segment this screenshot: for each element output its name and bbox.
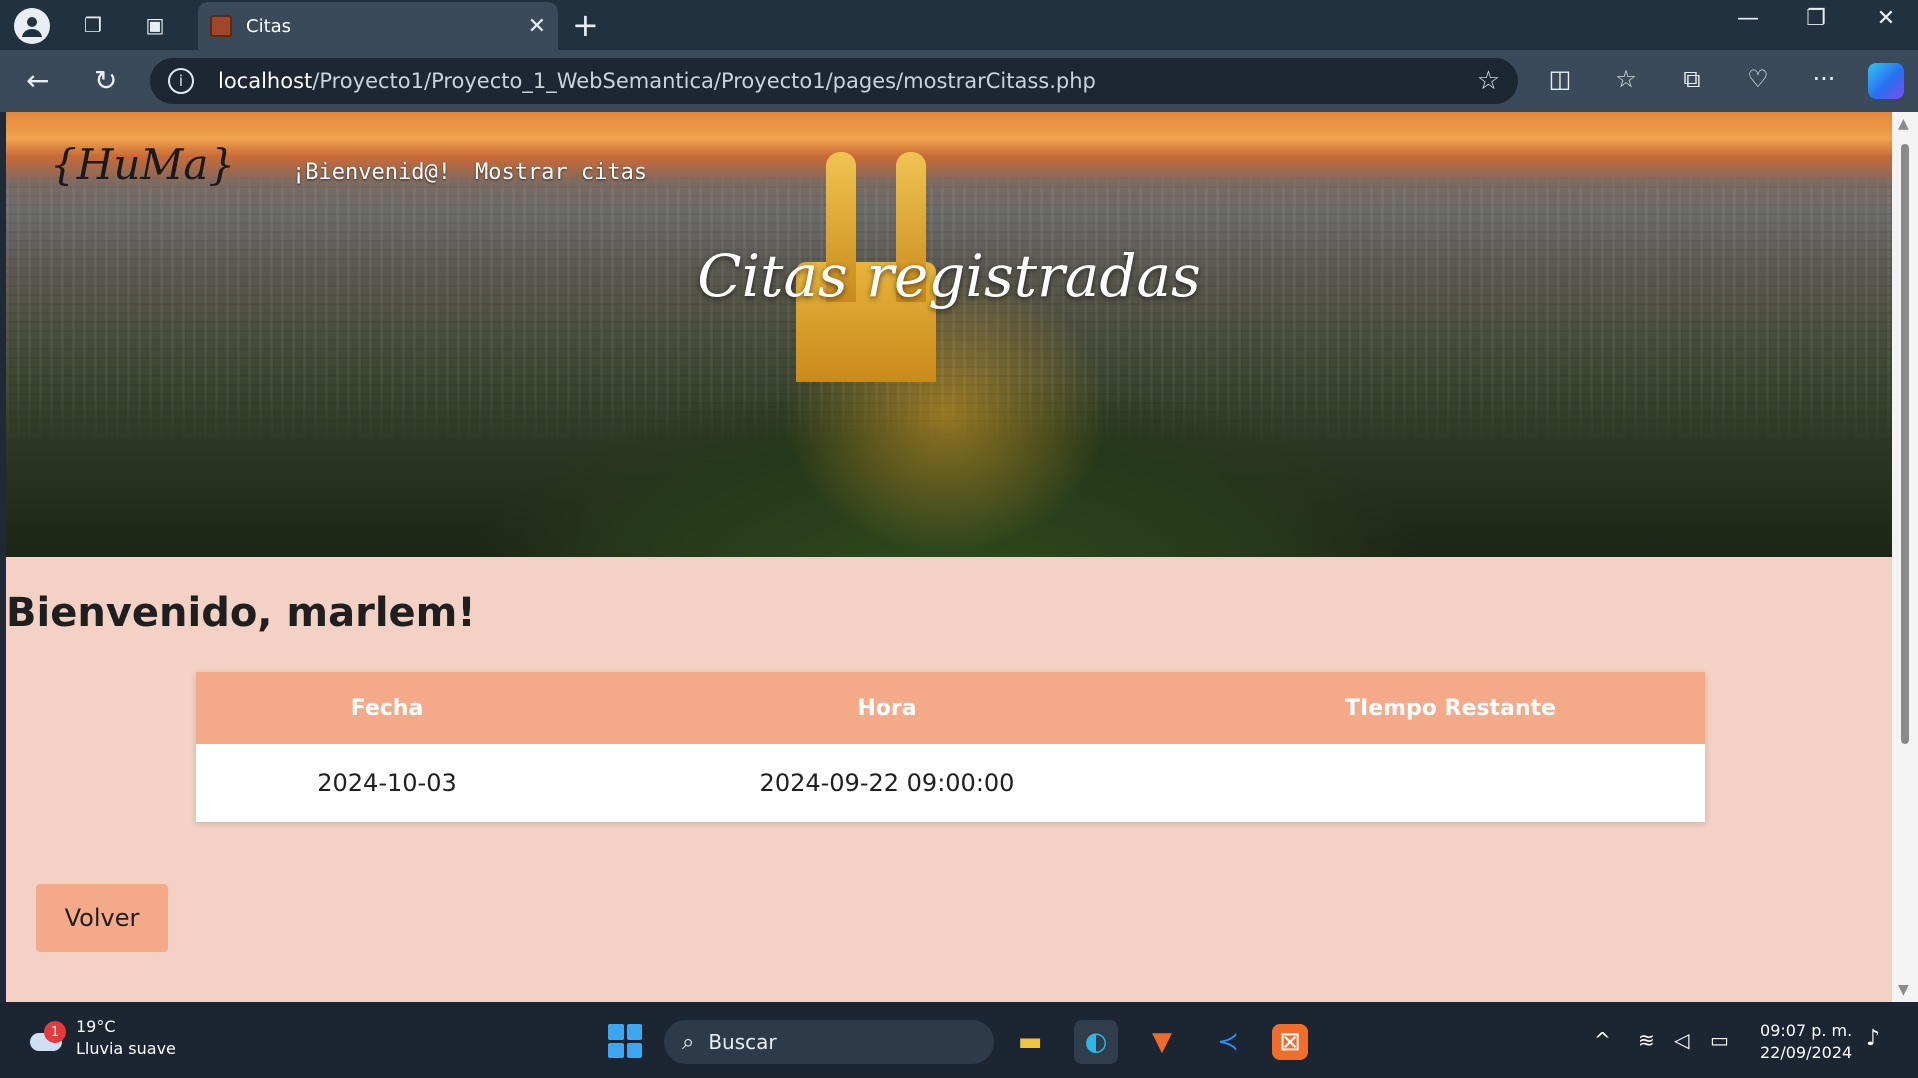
restore-icon[interactable]: ❐ bbox=[1796, 6, 1836, 31]
scroll-thumb[interactable] bbox=[1901, 144, 1909, 744]
appointments-table: Fecha Hora TIempo Restante 2024-10-03 20… bbox=[196, 672, 1705, 822]
cell-tiempo-restante bbox=[1196, 744, 1705, 822]
vscode-icon[interactable]: ≺ bbox=[1206, 1020, 1250, 1064]
scroll-down-icon[interactable]: ▼ bbox=[1898, 982, 1909, 998]
url-path: /Proyecto1/Proyecto_1_WebSemantica/Proye… bbox=[312, 69, 1096, 93]
file-explorer-icon[interactable]: ▬ bbox=[1008, 1020, 1052, 1064]
notification-bell-icon[interactable]: ♪ bbox=[1866, 1026, 1880, 1051]
volver-button[interactable]: Volver bbox=[36, 884, 168, 952]
cell-hora: 2024-09-22 09:00:00 bbox=[759, 769, 1015, 797]
address-bar[interactable]: i localhost/Proyecto1/Proyecto_1_WebSema… bbox=[150, 58, 1518, 104]
edge-icon[interactable]: ◐ bbox=[1074, 1020, 1118, 1064]
taskbar-search[interactable]: ⌕ Buscar bbox=[664, 1020, 994, 1064]
tab-citas[interactable]: Citas ✕ bbox=[198, 2, 558, 50]
windows-start-icon[interactable] bbox=[608, 1024, 642, 1058]
table-row: 2024-10-03 2024-09-22 09:00:00 bbox=[196, 744, 1705, 822]
browser-essentials-icon[interactable]: ♡ bbox=[1738, 65, 1778, 93]
url-host: localhost bbox=[218, 69, 313, 93]
copilot-icon[interactable] bbox=[1868, 63, 1904, 99]
clock-date: 22/09/2024 bbox=[1760, 1043, 1853, 1062]
collections-icon[interactable]: ⧉ bbox=[1672, 65, 1712, 93]
taskbar-clock[interactable]: 09:07 p. m. 22/09/2024 bbox=[1760, 1020, 1852, 1064]
header-tiempo-restante: TIempo Restante bbox=[1345, 695, 1556, 721]
clock-time: 09:07 p. m. bbox=[1760, 1021, 1853, 1040]
favorites-icon[interactable]: ☆ bbox=[1606, 65, 1646, 93]
xampp-icon[interactable]: ⊠ bbox=[1272, 1024, 1308, 1060]
hero-banner: {HuMa} ¡Bienvenid@! Mostrar citas Citas … bbox=[6, 112, 1892, 557]
search-placeholder: Buscar bbox=[708, 1030, 777, 1054]
page-scrollbar[interactable]: ▲ ▼ bbox=[1892, 112, 1918, 1002]
weather-rain-icon: 1 bbox=[28, 1021, 66, 1055]
weather-badge: 1 bbox=[44, 1021, 66, 1043]
browser-tab-bar: ❐ ▣ Citas ✕ + — ❐ ✕ bbox=[0, 0, 1918, 50]
browser-toolbar: ← ↻ i localhost/Proyecto1/Proyecto_1_Web… bbox=[0, 50, 1918, 112]
back-icon[interactable]: ← bbox=[26, 64, 49, 97]
split-screen-icon[interactable]: ◫ bbox=[1540, 65, 1580, 93]
header-fecha: Fecha bbox=[350, 695, 424, 721]
brave-icon[interactable]: ▼ bbox=[1140, 1020, 1184, 1064]
close-tab-icon[interactable]: ✕ bbox=[528, 14, 546, 39]
workspaces-icon[interactable]: ❐ bbox=[76, 8, 110, 42]
nav-mostrar-citas[interactable]: Mostrar citas bbox=[475, 160, 647, 185]
more-menu-icon[interactable]: ··· bbox=[1804, 65, 1844, 93]
minimize-icon[interactable]: — bbox=[1728, 6, 1768, 31]
windows-taskbar: 1 19°C Lluvia suave ⌕ Buscar ▬ ◐ ▼ ≺ ⊠ ^… bbox=[0, 1002, 1918, 1078]
favorite-star-icon[interactable]: ☆ bbox=[1477, 66, 1500, 96]
weather-temp: 19°C bbox=[76, 1017, 116, 1036]
new-tab-icon[interactable]: + bbox=[572, 6, 599, 44]
volume-icon[interactable]: ◁ bbox=[1674, 1028, 1689, 1052]
close-window-icon[interactable]: ✕ bbox=[1866, 6, 1906, 31]
table-header: Fecha Hora TIempo Restante bbox=[196, 672, 1705, 744]
top-nav: ¡Bienvenid@! Mostrar citas bbox=[292, 160, 647, 185]
site-info-icon[interactable]: i bbox=[168, 68, 194, 94]
battery-icon[interactable]: ▭ bbox=[1710, 1028, 1729, 1052]
wifi-icon[interactable]: ≋ bbox=[1638, 1028, 1655, 1052]
page-viewport: {HuMa} ¡Bienvenid@! Mostrar citas Citas … bbox=[6, 112, 1892, 1002]
site-logo[interactable]: {HuMa} bbox=[50, 140, 235, 200]
profile-icon[interactable] bbox=[14, 8, 50, 44]
nav-bienvenido[interactable]: ¡Bienvenid@! bbox=[292, 160, 451, 185]
welcome-heading: Bienvenido, marlem! bbox=[6, 590, 476, 636]
weather-widget[interactable]: 1 19°C Lluvia suave bbox=[28, 1016, 176, 1060]
vertical-tabs-icon[interactable]: ▣ bbox=[138, 8, 172, 42]
hero-title: Citas registradas bbox=[697, 242, 1201, 310]
tab-title: Citas bbox=[246, 15, 292, 37]
reload-icon[interactable]: ↻ bbox=[94, 64, 117, 97]
scroll-up-icon[interactable]: ▲ bbox=[1898, 116, 1909, 132]
search-icon: ⌕ bbox=[682, 1029, 695, 1055]
site-favicon-icon bbox=[210, 15, 232, 37]
weather-desc: Lluvia suave bbox=[76, 1039, 176, 1058]
header-hora: Hora bbox=[857, 695, 917, 721]
tray-chevron-icon[interactable]: ^ bbox=[1594, 1028, 1611, 1052]
cell-fecha: 2024-10-03 bbox=[317, 769, 457, 797]
